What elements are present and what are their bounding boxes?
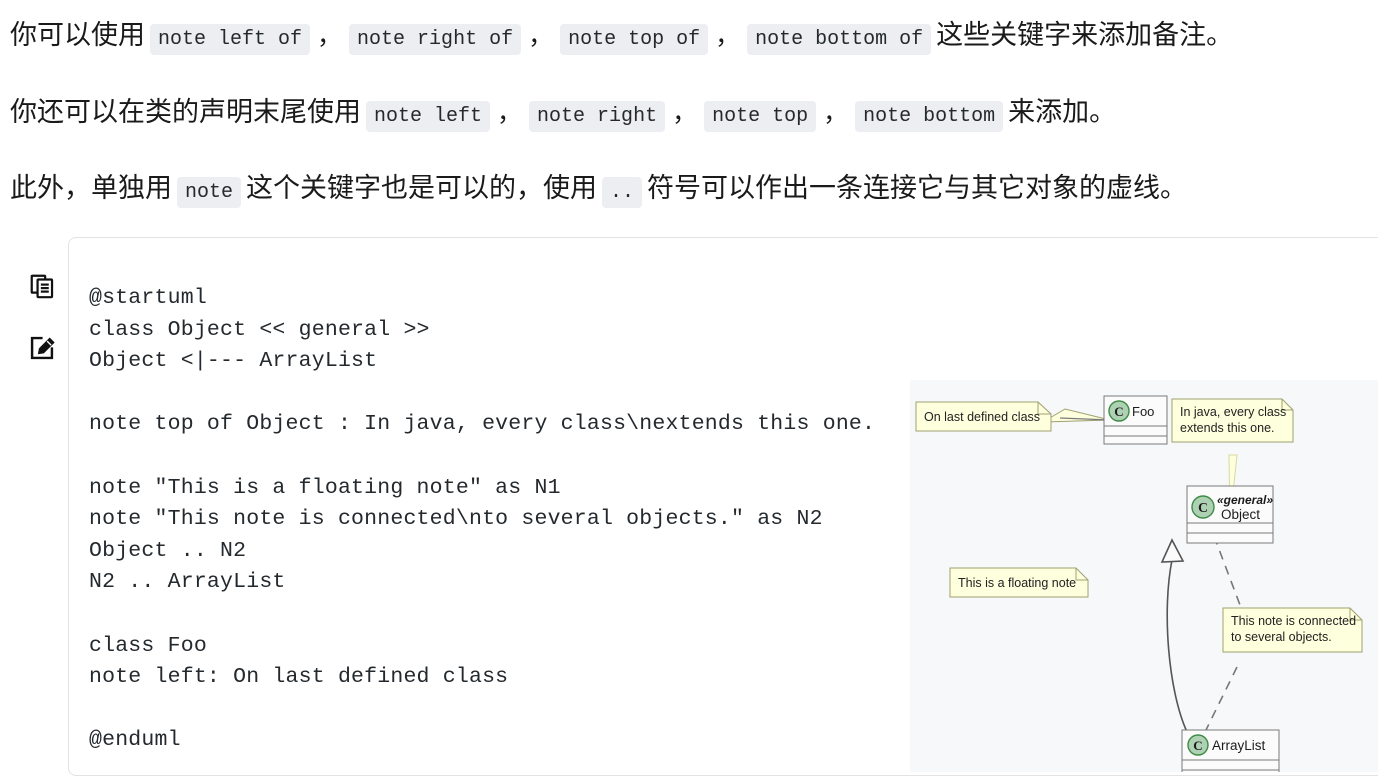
class-stereotype: «general» <box>1217 493 1273 507</box>
text-separator: ， <box>317 22 343 50</box>
text-run: 来添加。 <box>1008 97 1117 127</box>
note-line: to several objects. <box>1231 630 1332 644</box>
text-separator: ， <box>528 22 554 50</box>
class-marker-letter: C <box>1114 404 1123 419</box>
text-separator: ， <box>823 99 849 127</box>
note-on-last-defined-class: On last defined class <box>915 401 1052 432</box>
uml-diagram-preview: On last defined class C Foo In java, eve… <box>910 380 1378 772</box>
text-separator: ， <box>497 99 523 127</box>
class-marker-letter: C <box>1193 738 1202 753</box>
paragraph-note-standalone: 此外，单独用 note 这个关键字也是可以的，使用.. 符号可以作出一条连接它与其它对… <box>10 132 1370 208</box>
copy-icon[interactable] <box>28 272 56 300</box>
dashed-edge-object-note <box>1213 535 1241 606</box>
article-prose: 你可以使用 note left of， note right of， note top… <box>0 0 1378 208</box>
text-run: 你可以使用 <box>10 20 145 50</box>
inheritance-edge-arraylist-object <box>1166 559 1188 733</box>
inline-code-dotdot: .. <box>602 177 643 208</box>
inline-code-note-left-of: note left of <box>150 24 311 55</box>
text-separator: ， <box>672 99 698 127</box>
inline-code-note-bottom-of: note bottom of <box>747 24 932 55</box>
note-floating: This is a floating note <box>949 567 1089 598</box>
text-run: 你还可以在类的声明末尾使用 <box>10 97 361 127</box>
inline-code-note-top-of: note top of <box>560 24 709 55</box>
class-name: Foo <box>1132 404 1154 419</box>
note-in-java: In java, every class extends this one. <box>1171 398 1294 443</box>
note-connected: This note is connected to several object… <box>1222 607 1363 653</box>
class-name: Object <box>1221 507 1260 522</box>
class-box-foo[interactable]: C Foo <box>1103 395 1168 445</box>
paragraph-note-direction: 你可以使用 note left of， note right of， note top… <box>10 0 1370 55</box>
inline-code-note-top: note top <box>704 101 817 132</box>
note-line: extends this one. <box>1180 421 1275 435</box>
class-marker-letter: C <box>1198 500 1208 515</box>
edit-icon[interactable] <box>28 334 56 362</box>
note-line: This note is connected <box>1231 614 1356 628</box>
note-line: On last defined class <box>924 410 1040 424</box>
text-run: 符号可以作出一条连接它与其它对象的虚线。 <box>647 173 1188 203</box>
text-run: 这个关键字也是可以的，使用 <box>246 173 598 203</box>
class-box-arraylist[interactable]: C ArrayList <box>1181 729 1280 772</box>
dashed-edge-note-arraylist <box>1204 666 1238 733</box>
inline-code-note-left: note left <box>366 101 491 132</box>
text-run: 此外，单独用 <box>10 173 172 203</box>
code-action-gutter <box>28 272 62 362</box>
class-name: ArrayList <box>1212 738 1266 753</box>
inline-code-note-right-of: note right of <box>349 24 522 55</box>
class-box-object[interactable]: C «general» Object <box>1186 485 1274 544</box>
text-separator: ， <box>715 22 741 50</box>
inline-code-note-bottom: note bottom <box>855 101 1004 132</box>
inline-code-note-right: note right <box>529 101 666 132</box>
inheritance-arrowhead <box>1160 538 1185 563</box>
plantuml-source[interactable]: @startuml class Object << general >> Obj… <box>89 283 875 757</box>
inline-code-note: note <box>177 177 242 208</box>
note-line: In java, every class <box>1180 405 1286 419</box>
uml-diagram-svg: On last defined class C Foo In java, eve… <box>915 395 1363 772</box>
text-run: 这些关键字来添加备注。 <box>936 20 1234 50</box>
note-line: This is a floating note <box>958 576 1076 590</box>
paragraph-note-tail: 你还可以在类的声明末尾使用 note left， note right， note t… <box>10 55 1370 132</box>
